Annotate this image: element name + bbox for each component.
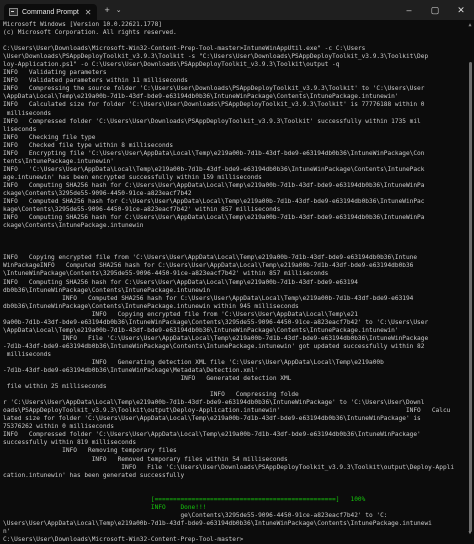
console-line: \IntuneWinPackage\Contents\3295de55-9096… xyxy=(3,270,329,278)
console-line: INFO Computing SHA256 hash for C:\Users\… xyxy=(3,278,358,286)
new-tab-button[interactable]: + xyxy=(105,5,110,15)
console-line: INFO Checked file type within 8 millisec… xyxy=(3,141,174,149)
console-line: \Users\User\AppData\Local\Temp\e219a00b-… xyxy=(3,519,432,527)
console-line: 75376262 within 0 milliseconds xyxy=(3,423,114,431)
chevron-down-icon[interactable]: ⌄ xyxy=(116,6,122,14)
scroll-up-icon[interactable]: ▲ xyxy=(467,22,473,28)
console-line: (c) Microsoft Corporation. All rights re… xyxy=(3,29,177,37)
console-line: INFO Generating detection XML file 'C:\U… xyxy=(3,358,384,366)
console-line: liseconds xyxy=(3,125,37,133)
console-line: file within 25 milliseconds xyxy=(3,383,107,391)
tab-command-prompt[interactable]: Command Prompt ✕ xyxy=(4,4,97,20)
console-line: cation.intunewin' has been generated suc… xyxy=(3,471,185,479)
console-line: 9a00b-7d1b-43df-bde9-e63194db0b36\Intune… xyxy=(3,318,429,326)
console-line: INFO Computing SHA256 hash for C:\Users\… xyxy=(3,181,425,189)
console-line: db0b36\IntuneWinPackage\Contents\IntuneP… xyxy=(3,302,299,310)
maximize-button[interactable]: ▢ xyxy=(422,5,448,16)
console-line: C:\Users\User\Downloads\Microsoft-Win32-… xyxy=(3,536,244,543)
console-line: milliseconds xyxy=(3,350,52,358)
console-line: loy-Application.ps1" -o C:\Users\User\Do… xyxy=(3,61,340,69)
console-line: INFO Compressing the source folder 'C:\U… xyxy=(3,85,425,93)
console-line: -7d1b-43df-bde9-e63194db0b36\IntuneWinPa… xyxy=(3,367,259,375)
console-line: Microsoft Windows [Version 10.0.22621.17… xyxy=(3,21,162,28)
console-line: C:\Users\User\Downloads\Microsoft-Win32-… xyxy=(3,45,366,53)
scroll-thumb[interactable] xyxy=(469,62,472,532)
console-line: INFO File 'C:\Users\User\Downloads\PSApp… xyxy=(3,463,455,471)
console-line: INFO Copying encrypted file from 'C:\Use… xyxy=(3,310,358,318)
console-line: INFO Encrypting file 'C:\Users\User\AppD… xyxy=(3,149,425,157)
minimize-button[interactable]: – xyxy=(396,5,422,15)
terminal-window: Command Prompt ✕ + ⌄ – ▢ ✕ Microsoft Win… xyxy=(0,0,474,544)
console-line: \User\Downloads\PSAppDeployToolkit_v3.9.… xyxy=(3,53,429,61)
console-line: milliseconds xyxy=(3,109,52,117)
console-line: INFO Removed temporary files within 54 m… xyxy=(3,455,288,463)
console-line: WinPackageINFO Computed SHA256 hash for … xyxy=(3,262,414,270)
console-line: INFO 'C:\Users\User\AppData\Local\Temp\e… xyxy=(3,165,425,173)
console-line: INFO Validated parameters within 11 mill… xyxy=(3,77,188,85)
console-line: INFO Compressed folder 'C:\Users\User\Do… xyxy=(3,117,421,125)
console-output[interactable]: Microsoft Windows [Version 10.0.22621.17… xyxy=(3,21,464,544)
console-line: INFO File 'C:\Users\User\AppData\Local\T… xyxy=(3,334,429,342)
console-line: \AppData\Local\Temp\e219a00b-7d1b-43df-b… xyxy=(3,326,399,334)
console-line: INFO Generated detection XML xyxy=(3,375,292,383)
console-line: INFO Checking file type xyxy=(3,133,96,141)
console-line: successfully within 819 milliseconds xyxy=(3,439,137,447)
close-window-button[interactable]: ✕ xyxy=(448,5,474,16)
console-line: lated size for folder 'C:\Users\User\App… xyxy=(3,415,421,423)
console-line: db0b36\IntuneWinPackage\Contents\IntuneP… xyxy=(3,286,211,294)
console-line: INFO Done!!! xyxy=(3,503,207,511)
console-line: n' xyxy=(3,527,11,535)
console-line: kage\Contents\3295de55-9096-4450-91ce-a8… xyxy=(3,206,281,214)
console-line: INFO Compressed folder 'C:\Users\User\Ap… xyxy=(3,431,421,439)
console-line: INFO Computed SHA256 hash for C:\Users\U… xyxy=(3,294,414,302)
console-line: INFO Calculated size for folder 'C:\User… xyxy=(3,101,425,109)
console-line: ge\Contents\3295de55-9096-4450-91ce-a823… xyxy=(3,511,388,519)
console-line: INFO Removing temporary files xyxy=(3,447,177,455)
tab-title: Command Prompt xyxy=(22,8,79,16)
console-line: INFO Compressing folde xyxy=(3,391,299,399)
console-line: tents\IntunePackage.intunewin' xyxy=(3,157,114,165)
console-line: INFO Computing SHA256 hash for C:\Users\… xyxy=(3,214,425,222)
console-line: -7d1b-43df-bde9-e63194db0b36\IntuneWinPa… xyxy=(3,342,425,350)
console-line: INFO Computed SHA256 hash for C:\Users\U… xyxy=(3,198,425,206)
console-line: oads\PSAppDeployToolkit_v3.9.3\Toolkit\o… xyxy=(3,407,451,415)
terminal-icon xyxy=(9,8,18,16)
console-line: ckage\Contents\IntunePackage.intunewin xyxy=(3,222,144,230)
title-bar: Command Prompt ✕ + ⌄ – ▢ ✕ xyxy=(0,0,474,20)
console-line: INFO Copying encrypted file from 'C:\Use… xyxy=(3,254,418,262)
console-line: ckage\Contents\3295de55-9096-4450-91ce-a… xyxy=(3,189,192,197)
console-line: [=======================================… xyxy=(3,495,366,503)
vertical-scrollbar[interactable]: ▲ ▼ xyxy=(467,22,473,536)
console-line: \AppData\Local\Temp\e219a00b-7d1b-43df-b… xyxy=(3,93,399,101)
tab-close-icon[interactable]: ✕ xyxy=(85,8,92,17)
console-line: r 'C:\Users\User\AppData\Local\Temp\e219… xyxy=(3,399,425,407)
scroll-down-icon[interactable]: ▼ xyxy=(467,530,473,536)
console-line: age.intunewin' has been encrypted succes… xyxy=(3,173,262,181)
console-line: INFO Validating parameters xyxy=(3,69,107,77)
